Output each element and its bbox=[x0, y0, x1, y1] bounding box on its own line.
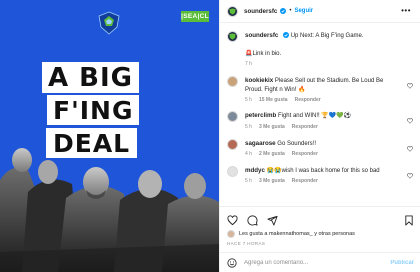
comment-username[interactable]: sagaarose bbox=[245, 140, 276, 147]
post-actions: Les gusta a makennathomas_ y otras perso… bbox=[220, 206, 420, 246]
comments-list[interactable]: soundersfc Up Next: A Big F'ing Game. 🚨L… bbox=[220, 24, 420, 205]
comment-likes[interactable]: 15 Me gusta bbox=[259, 97, 288, 104]
comment-time: 5 h bbox=[245, 123, 252, 130]
comment-time: 4 h bbox=[245, 150, 252, 157]
header-separator: • bbox=[289, 8, 292, 14]
post-details-panel: soundersfc • Seguir ••• soundersfc Up Ne… bbox=[219, 0, 420, 272]
liker-avatar[interactable] bbox=[227, 230, 235, 238]
comment-icon[interactable] bbox=[247, 214, 258, 226]
likes-summary[interactable]: Les gusta a makennathomas_ y otras perso… bbox=[239, 231, 355, 237]
caption-avatar[interactable] bbox=[227, 31, 238, 42]
comment-likes[interactable]: 2 Me gusta bbox=[259, 151, 285, 158]
comment-avatar[interactable] bbox=[227, 138, 238, 150]
comment-time: 5 h bbox=[245, 96, 252, 103]
caption: soundersfc Up Next: A Big F'ing Game. 🚨L… bbox=[227, 31, 414, 68]
comment-username[interactable]: peterclimb bbox=[245, 112, 276, 119]
bookmark-icon[interactable] bbox=[404, 214, 414, 226]
heart-icon[interactable] bbox=[227, 214, 238, 226]
add-comment-bar: Publicar bbox=[220, 252, 420, 272]
follow-button[interactable]: Seguir bbox=[294, 8, 313, 14]
caption-username[interactable]: soundersfc bbox=[245, 32, 278, 39]
verified-badge-icon bbox=[283, 32, 290, 38]
reply-button[interactable]: Responder bbox=[295, 97, 321, 104]
emoji-icon[interactable] bbox=[227, 257, 237, 268]
comment-likes[interactable]: 3 Me gusta bbox=[259, 124, 285, 131]
caption-time: 7 h bbox=[245, 61, 252, 68]
post-modal: |SEA|CL A BIG F'ING DEAL soundersfc • Se… bbox=[0, 0, 420, 272]
like-comment-heart-icon[interactable] bbox=[407, 118, 413, 124]
like-comment-heart-icon[interactable] bbox=[407, 145, 413, 152]
comment-time: 5 h bbox=[245, 177, 252, 184]
post-time-ago: HACE 7 HORAS bbox=[227, 241, 266, 246]
headline-line-1: A BIG bbox=[42, 62, 140, 93]
sea-cl-badge: |SEA|CL bbox=[181, 11, 209, 22]
comment-avatar[interactable] bbox=[227, 111, 238, 123]
like-comment-heart-icon[interactable] bbox=[407, 83, 413, 89]
players-photo bbox=[0, 148, 219, 272]
caption-line-1: Up Next: A Big F'ing Game. bbox=[290, 33, 364, 39]
comment-item: sagaarose Go Sounders!! 4 h 2 Me gusta R… bbox=[227, 138, 414, 158]
reply-button[interactable]: Responder bbox=[292, 151, 318, 158]
comment-likes[interactable]: 3 Me gusta bbox=[259, 178, 285, 185]
like-comment-heart-icon[interactable] bbox=[407, 172, 413, 179]
comment-item: kookiekix Please Sell out the Stadium. B… bbox=[227, 76, 414, 104]
sounders-crest-icon bbox=[229, 33, 236, 40]
post-image[interactable]: |SEA|CL A BIG F'ING DEAL bbox=[0, 0, 219, 272]
reply-button[interactable]: Responder bbox=[292, 124, 318, 131]
comment-text: Go Sounders!! bbox=[277, 140, 316, 147]
comment-text: Fight and WIN!! 🏆💙💚⚽ bbox=[277, 113, 352, 120]
comment-item: peterclimb Fight and WIN!! 🏆💙💚⚽ 5 h 3 Me… bbox=[227, 111, 414, 131]
comment-item: mddyc 😭😭wish I was back home for this so… bbox=[227, 165, 414, 185]
sounders-crest-icon bbox=[229, 7, 236, 15]
share-icon[interactable] bbox=[267, 215, 278, 226]
headline-line-2: F'ING bbox=[47, 95, 140, 125]
reply-button[interactable]: Responder bbox=[292, 178, 318, 185]
publish-button[interactable]: Publicar bbox=[390, 260, 414, 266]
comment-text: 😭😭wish I was back home for this so bad bbox=[266, 167, 380, 174]
more-options-icon[interactable]: ••• bbox=[401, 6, 411, 15]
post-header: soundersfc • Seguir ••• bbox=[220, 0, 420, 23]
verified-badge-icon bbox=[280, 8, 287, 14]
author-avatar[interactable] bbox=[227, 5, 238, 17]
comment-input[interactable] bbox=[244, 259, 391, 266]
comment-username[interactable]: kookiekix bbox=[245, 77, 273, 84]
author-username[interactable]: soundersfc bbox=[244, 8, 277, 15]
caption-line-2: 🚨Link in bio. bbox=[245, 51, 282, 58]
comment-avatar[interactable] bbox=[227, 76, 238, 88]
sounders-crest-logo bbox=[98, 11, 120, 35]
comment-avatar[interactable] bbox=[227, 165, 238, 177]
comment-username[interactable]: mddyc bbox=[245, 167, 265, 174]
